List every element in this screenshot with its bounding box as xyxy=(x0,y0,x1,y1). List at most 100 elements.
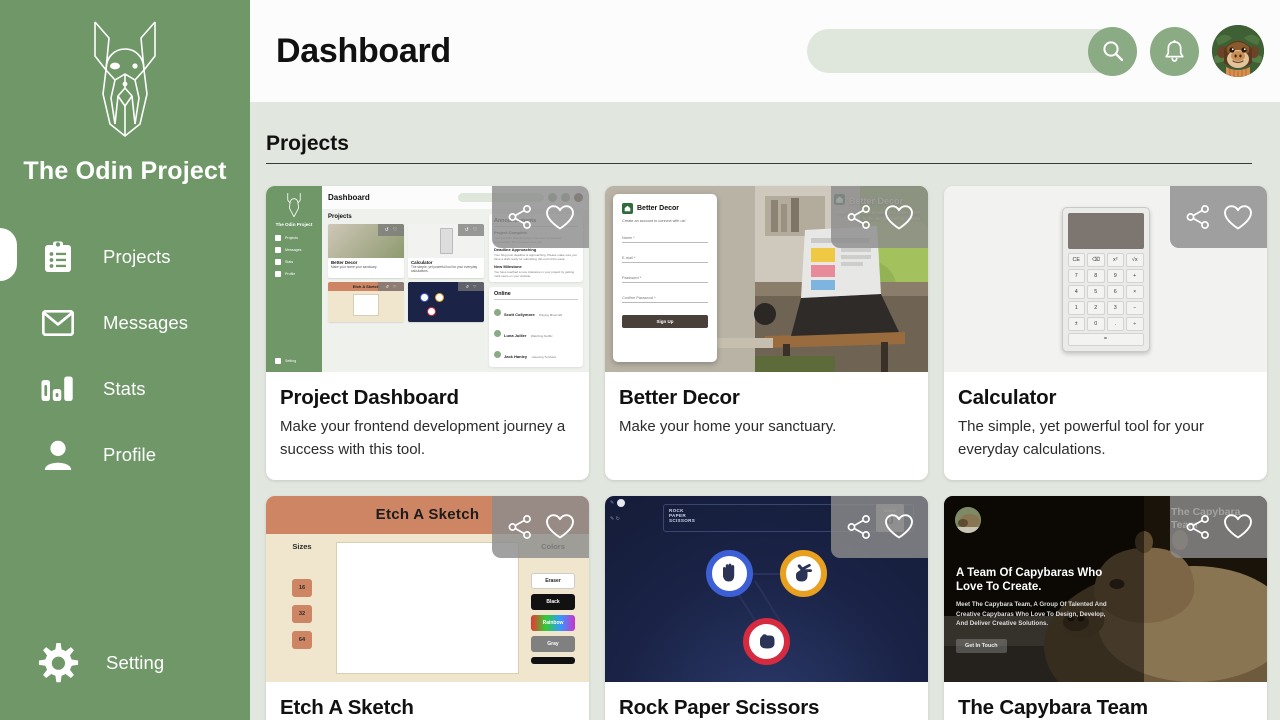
calc-key: × xyxy=(1126,284,1144,299)
heart-outline-icon[interactable] xyxy=(1223,513,1253,540)
heart-outline-icon[interactable] xyxy=(884,513,914,540)
calc-key: 8 xyxy=(1087,268,1105,283)
mini-section-title: Projects xyxy=(328,213,352,220)
notifications-button[interactable] xyxy=(1150,26,1199,76)
mini-project-card: Etch A Sketch ↺ ♡ xyxy=(328,281,404,322)
decor-field-confirm: Confirm Password * xyxy=(622,296,708,303)
mini-sidebar: The Odin Project Projects Messages Stats… xyxy=(266,186,322,372)
sidebar-item-projects[interactable]: Projects xyxy=(0,224,250,290)
mini-nav-label: Messages xyxy=(285,248,302,252)
calculator-preview: CE ⌫ x² √x 7 8 9 + 4 5 6 × 1 2 3 − ± 0 .… xyxy=(1061,206,1150,352)
etch-color-swatch: Eraser xyxy=(531,572,575,589)
mini-card-desc: Make your home your sanctuary. xyxy=(331,264,378,269)
share-icon[interactable] xyxy=(1185,204,1211,230)
main-area: Dashboard Projects The Odin Project Proj… xyxy=(250,0,1280,720)
sidebar-item-setting[interactable]: Setting xyxy=(0,642,164,684)
calc-key-equals: = xyxy=(1067,332,1144,346)
share-icon[interactable] xyxy=(507,514,533,540)
etch-colors: Colors Eraser Black Rainbow Gray xyxy=(527,542,579,674)
card-body: Etch A Sketch xyxy=(266,682,589,720)
share-icon[interactable] xyxy=(507,204,533,230)
envelope-icon xyxy=(41,307,74,340)
card-body: Project Dashboard Make your frontend dev… xyxy=(266,372,589,480)
heart-outline-icon[interactable] xyxy=(545,513,575,540)
share-icon[interactable] xyxy=(846,514,872,540)
mini-project-card: ↺ ♡ Better Decor Make your home your sanc… xyxy=(328,223,404,278)
etch-sizes: Sizes 16 32 64 xyxy=(276,542,328,674)
decor-field-email: E-mail * xyxy=(622,256,708,263)
calc-key: √x xyxy=(1126,252,1144,267)
card-description: The simple, yet powerful tool for your e… xyxy=(958,418,1204,458)
etch-size-button: 16 xyxy=(292,578,312,597)
rps-choice-paper xyxy=(706,549,753,597)
user-avatar-monkey xyxy=(1212,25,1264,77)
mini-online-name: Scott Collymore xyxy=(504,312,535,317)
etch-size-button: 32 xyxy=(292,604,312,623)
mini-project-card: ↺ ♡ Calculator The simple, yet powerful t… xyxy=(408,223,484,278)
mini-online-status: Watching Netflix xyxy=(530,334,553,338)
brand-logo xyxy=(0,0,250,137)
share-icon[interactable] xyxy=(846,204,872,230)
calc-key: 5 xyxy=(1087,284,1105,299)
sidebar-item-label: Profile xyxy=(103,444,157,465)
capybara-headline: A Team Of Capybaras Who Love To Create. xyxy=(956,566,1103,594)
decor-field-password: Password * xyxy=(622,276,708,283)
project-card[interactable]: Etch A Sketch Sizes 16 32 64 Eraser Blac… xyxy=(266,495,589,720)
project-card[interactable]: ✎ ✎ ↻ ROCKPAPERSCISSORS SCORE 0 xyxy=(605,495,928,720)
calc-key: ± xyxy=(1067,316,1085,331)
project-card[interactable]: The Odin Project Projects Messages Stats… xyxy=(266,186,589,480)
capybara-body: Meet The Capybara Team, A Group Of Talen… xyxy=(956,600,1107,628)
etch-color-swatch: Black xyxy=(531,593,575,610)
calc-key: 7 xyxy=(1067,268,1085,283)
calc-key: 2 xyxy=(1087,300,1105,315)
card-body: The Capybara Team xyxy=(944,682,1267,720)
card-thumbnail: Better Decor Create an account to connec… xyxy=(605,186,928,372)
bar-chart-icon xyxy=(41,373,74,406)
projects-section-header: Projects xyxy=(266,132,1252,164)
bell-icon xyxy=(1165,39,1184,62)
etch-canvas xyxy=(336,541,519,674)
card-title: Calculator xyxy=(958,386,1057,409)
odin-owl-logo xyxy=(94,21,156,137)
section-divider xyxy=(266,163,1252,164)
project-card[interactable]: CE ⌫ x² √x 7 8 9 + 4 5 6 × 1 2 3 − ± 0 .… xyxy=(944,186,1267,480)
calc-key: − xyxy=(1126,300,1144,315)
mini-nav-label: Stats xyxy=(285,260,294,264)
gear-icon xyxy=(38,642,80,684)
mini-online-name: Jack Hanley xyxy=(504,354,528,359)
avatar[interactable] xyxy=(1212,25,1264,77)
heart-outline-icon[interactable] xyxy=(545,204,575,231)
calc-key: ÷ xyxy=(1126,316,1144,331)
card-title: Rock Paper Scissors xyxy=(619,695,820,719)
calc-key: CE xyxy=(1067,252,1085,267)
sidebar-item-stats[interactable]: Stats xyxy=(0,356,250,422)
mini-online-name: Luna Juiller xyxy=(504,333,527,338)
sidebar-item-profile[interactable]: Profile xyxy=(0,422,250,488)
hand-scissors-icon xyxy=(795,563,812,582)
card-description: Make your home your sanctuary. xyxy=(619,418,837,435)
person-icon xyxy=(41,439,74,472)
heart-outline-icon[interactable] xyxy=(884,204,914,231)
decor-signup-button: Sign Up xyxy=(622,315,708,328)
sidebar-item-messages[interactable]: Messages xyxy=(0,290,250,356)
calc-key: + xyxy=(1126,268,1144,283)
mini-setting: Setting xyxy=(266,358,322,364)
etch-color-swatch: Gray xyxy=(531,635,575,652)
mini-card-desc: The simple, yet powerful tool for your e… xyxy=(411,264,478,273)
mini-project-card: ↺ ♡ xyxy=(408,281,484,322)
project-card[interactable]: Better Decor Create an account to connec… xyxy=(605,186,928,480)
sidebar-item-label: Projects xyxy=(103,246,171,267)
etch-sizes-label: Sizes xyxy=(292,541,312,551)
search-button[interactable] xyxy=(1088,26,1137,76)
sidebar: The Odin Project Projects Messages Stats… xyxy=(0,0,250,720)
etch-title: Etch A Sketch xyxy=(375,506,480,524)
hand-fist-icon xyxy=(759,634,774,649)
project-card[interactable]: The Capybara Team A Team Of Capybaras Wh… xyxy=(944,495,1267,720)
card-actions-overlay xyxy=(831,186,928,248)
mini-projects: Projects ↺ ♡ Better Decor Make your home… xyxy=(328,214,484,367)
card-thumbnail: CE ⌫ x² √x 7 8 9 + 4 5 6 × 1 2 3 − ± 0 .… xyxy=(944,186,1267,372)
heart-outline-icon[interactable] xyxy=(1223,204,1253,231)
share-icon[interactable] xyxy=(1185,514,1211,540)
card-title: Project Dashboard xyxy=(280,386,459,409)
card-actions-overlay xyxy=(831,495,928,558)
